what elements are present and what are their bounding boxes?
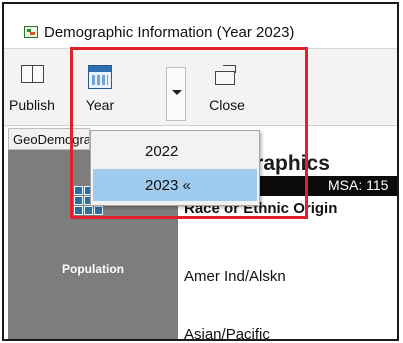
close-label: Close [209, 97, 245, 113]
row-label: Amer Ind/Alskn [184, 268, 286, 285]
menu-item-2022[interactable]: 2022 [93, 135, 257, 167]
publish-label: Publish [9, 97, 55, 113]
row-label: Asian/Pacific [184, 326, 270, 341]
year-dropdown-arrow[interactable] [166, 67, 186, 121]
publish-button[interactable]: Publish [4, 49, 60, 121]
calendar-icon [88, 65, 112, 89]
book-icon [21, 65, 44, 83]
menu-item-2023[interactable]: 2023 « [93, 169, 257, 201]
chevron-down-icon [172, 90, 182, 95]
year-dropdown-menu: 2022 2023 « [90, 130, 260, 206]
tab-geodemographics[interactable]: GeoDemographics [8, 128, 90, 150]
title-bar: Demographic Information (Year 2023) [4, 4, 397, 41]
close-button[interactable]: Close [200, 49, 254, 121]
close-box-icon [215, 65, 239, 85]
toolbar: Publish Year Close [4, 48, 397, 126]
year-label: Year [85, 97, 115, 113]
population-label[interactable]: Population [8, 262, 178, 276]
app-icon [24, 26, 38, 38]
window-title: Demographic Information (Year 2023) [44, 24, 295, 41]
msa-text: MSA: 115 [328, 177, 389, 193]
year-button[interactable]: Year [70, 49, 130, 121]
app-window: Demographic Information (Year 2023) Publ… [2, 2, 399, 341]
